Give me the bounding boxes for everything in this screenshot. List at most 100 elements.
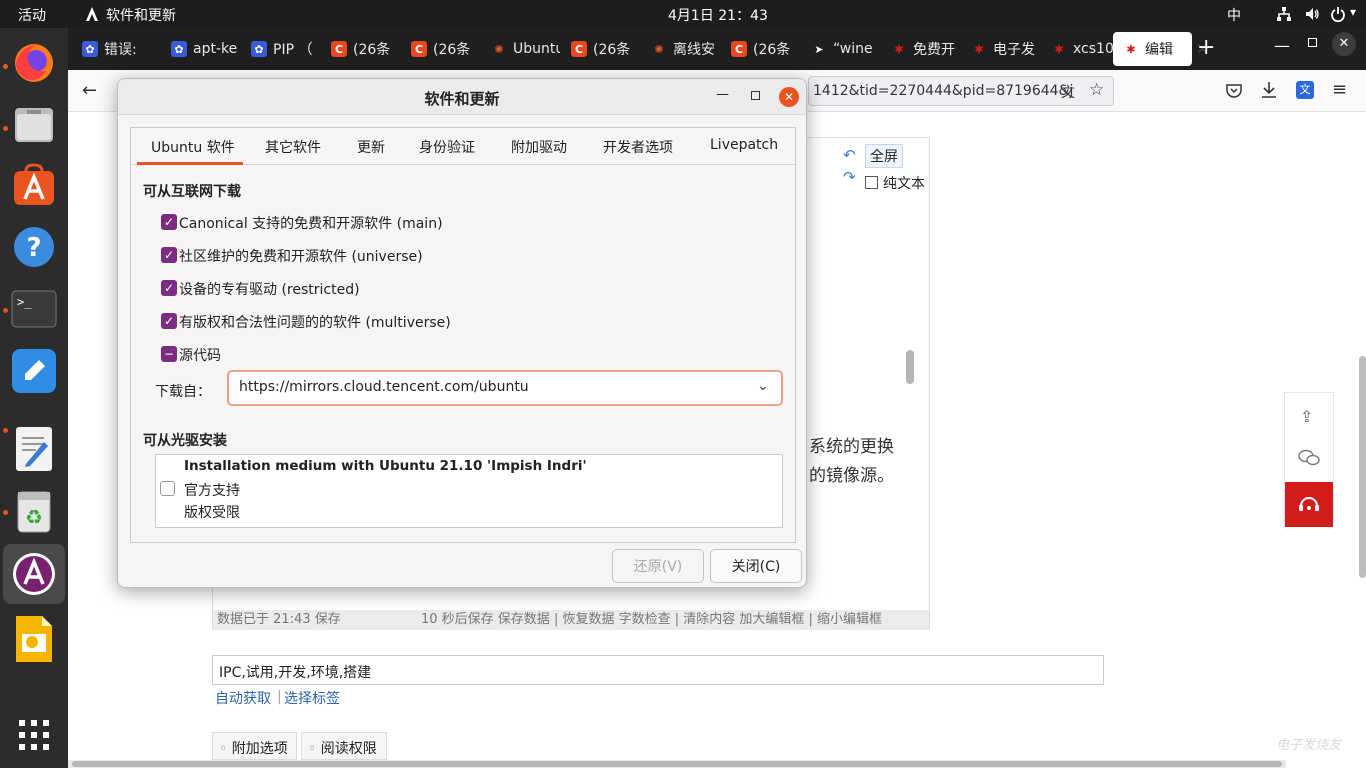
bookmark-star-icon[interactable]: ☆ <box>1089 80 1104 100</box>
download-from-label: 下载自： <box>155 384 211 400</box>
repo-option-label[interactable]: 社区维护的免费和开源软件 (universe) <box>179 246 423 266</box>
checkbox-checked[interactable]: ✓ <box>161 247 177 263</box>
browser-tab[interactable]: ✿ apt-ke <box>161 32 240 66</box>
browser-tab[interactable]: ➤ “wine <box>801 32 880 66</box>
choose-tags-link[interactable]: 选择标签 <box>284 688 340 708</box>
dialog-titlebar[interactable]: 软件和更新 — ✕ <box>118 79 806 115</box>
app-menu[interactable]: 软件和更新 <box>106 5 176 25</box>
redo-icon[interactable]: ↷ <box>843 168 856 186</box>
page-scrollbar[interactable] <box>1359 356 1366 578</box>
repo-option-label[interactable]: 有版权和合法性问题的的软件 (multiverse) <box>179 312 451 332</box>
new-tab-icon[interactable]: + <box>1197 35 1215 60</box>
text-editor-icon[interactable] <box>7 422 61 476</box>
browser-tab[interactable]: ✱ xcs10 <box>1041 32 1120 66</box>
save-status: 数据已于 21:43 保存 <box>217 612 341 627</box>
tab-ubuntu-software[interactable]: Ubuntu 软件 <box>151 137 235 157</box>
libreoffice-impress-icon[interactable] <box>7 612 61 666</box>
csdn-icon: C <box>411 41 427 57</box>
repo-option-label[interactable]: 源代码 <box>179 345 221 365</box>
download-server-value: https://mirrors.cloud.tencent.com/ubuntu <box>239 379 529 395</box>
cdrom-checkbox[interactable] <box>160 481 175 496</box>
firefox-icon[interactable] <box>7 36 61 90</box>
download-server-combo[interactable]: https://mirrors.cloud.tencent.com/ubuntu… <box>227 370 783 406</box>
software-updates-icon[interactable] <box>3 544 65 604</box>
checkbox-checked[interactable]: ✓ <box>161 214 177 230</box>
browser-tab[interactable]: ✱ 电子发 <box>961 32 1040 66</box>
browser-tab[interactable]: C (26条 <box>721 32 800 66</box>
dialog-maximize-icon[interactable] <box>751 91 760 100</box>
dialog-close-icon[interactable]: ✕ <box>779 87 799 107</box>
customer-service-button[interactable] <box>1285 482 1333 527</box>
checkbox-mixed[interactable]: − <box>161 346 177 362</box>
trash-icon[interactable]: ♻ <box>7 484 61 538</box>
arrow-icon: ➤ <box>814 42 824 56</box>
volume-icon[interactable] <box>1304 6 1320 26</box>
tab-authentication[interactable]: 身份验证 <box>419 137 475 157</box>
terminal-icon[interactable]: >_ <box>7 282 61 336</box>
browser-tab[interactable]: ✺ Ubuntu - <box>481 32 560 66</box>
activities-button[interactable]: 活动 <box>18 5 46 25</box>
editor-text-line: 系统的更换 <box>809 437 894 457</box>
downloads-icon[interactable] <box>1261 81 1277 103</box>
undo-icon[interactable]: ↶ <box>843 146 856 164</box>
browser-tab-label: (26条 <box>353 42 391 58</box>
tab-other-software[interactable]: 其它软件 <box>265 137 321 157</box>
show-apps-icon[interactable] <box>7 708 61 762</box>
browser-tab[interactable]: C (26条 <box>401 32 480 66</box>
repo-option-label[interactable]: 设备的专有驱动 (restricted) <box>179 279 360 299</box>
network-icon[interactable] <box>1276 6 1292 26</box>
checkbox-checked[interactable]: ✓ <box>161 313 177 329</box>
browser-tab[interactable]: C (26条 <box>321 32 400 66</box>
repo-option-label[interactable]: Canonical 支持的免费和开源软件 (main) <box>179 213 443 233</box>
tab-livepatch[interactable]: Livepatch <box>710 137 778 153</box>
maximize-icon[interactable] <box>1308 38 1317 47</box>
window-close-icon[interactable]: ✕ <box>1332 32 1356 56</box>
plaintext-checkbox[interactable] <box>865 176 878 189</box>
input-method-indicator[interactable]: 中 <box>1227 5 1241 25</box>
files-icon[interactable] <box>7 98 61 152</box>
auto-tags-link[interactable]: 自动获取 <box>215 688 271 708</box>
editor-actions[interactable]: 10 秒后保存 保存数据 | 恢复数据 字数检查 | 清除内容 加大编辑框 | … <box>421 610 882 630</box>
read-permission-tab[interactable]: ◦ 阅读权限 <box>301 732 387 760</box>
tab-developer-options[interactable]: 开发者选项 <box>603 137 673 157</box>
help-icon[interactable]: ? <box>7 220 61 274</box>
browser-tab[interactable]: ✺ 离线安 <box>641 32 720 66</box>
svg-text:♻: ♻ <box>25 505 43 529</box>
ubuntu-software-icon[interactable] <box>7 158 61 212</box>
tags-value: IPC,试用,开发,环境,搭建 <box>219 665 372 681</box>
power-icon[interactable] <box>1330 6 1346 26</box>
pocket-icon[interactable] <box>1226 82 1242 102</box>
tags-input[interactable]: IPC,试用,开发,环境,搭建 <box>212 655 1104 685</box>
menu-icon[interactable]: ≡ <box>1332 79 1347 100</box>
url-bar[interactable]: 1412&tid=2270444&pid=8719644&j 文 ☆ <box>808 76 1114 106</box>
close-button[interactable]: 关闭(C) <box>710 549 802 583</box>
tab-updates[interactable]: 更新 <box>357 137 385 157</box>
browser-tab[interactable]: ✿ 错误: <box>72 32 151 66</box>
minimize-icon[interactable]: — <box>1274 36 1290 55</box>
text-notes-icon[interactable] <box>7 344 61 398</box>
dialog-minimize-icon[interactable]: — <box>716 87 729 102</box>
tab-additional-drivers[interactable]: 附加驱动 <box>511 137 567 157</box>
back-to-top-icon[interactable]: ⇪ <box>1300 407 1313 426</box>
editor-scrollbar[interactable] <box>906 350 914 384</box>
clock[interactable]: 4月1日 21：43 <box>668 5 768 25</box>
browser-tab[interactable]: ✿ PIP （ <box>241 32 320 66</box>
browser-tab-label: 编辑 <box>1145 42 1173 58</box>
translate-icon[interactable]: 文 <box>1061 82 1075 102</box>
back-icon[interactable]: ← <box>82 80 97 101</box>
system-menu-arrow-icon[interactable]: ▾ <box>1350 5 1356 19</box>
fullscreen-button[interactable]: 全屏 <box>865 144 903 168</box>
horizontal-scroll-thumb[interactable] <box>72 761 1282 767</box>
wechat-icon[interactable] <box>1298 449 1320 472</box>
extra-options-tab[interactable]: ◦ 附加选项 <box>212 732 297 760</box>
browser-tab[interactable]: ✱ 免费开 <box>881 32 960 66</box>
checkbox-checked[interactable]: ✓ <box>161 280 177 296</box>
horizontal-scrollbar[interactable] <box>68 760 1286 768</box>
headset-icon <box>1298 494 1320 518</box>
url-text: 1412&tid=2270444&pid=8719644&j <box>813 83 1074 99</box>
translate-extension-icon[interactable]: 文 <box>1296 81 1314 99</box>
software-updater-icon <box>84 6 100 22</box>
revert-button[interactable]: 还原(V) <box>612 549 704 583</box>
browser-tab[interactable]: C (26条 <box>561 32 640 66</box>
browser-tab[interactable]: ✱ 编辑 <box>1113 32 1192 66</box>
